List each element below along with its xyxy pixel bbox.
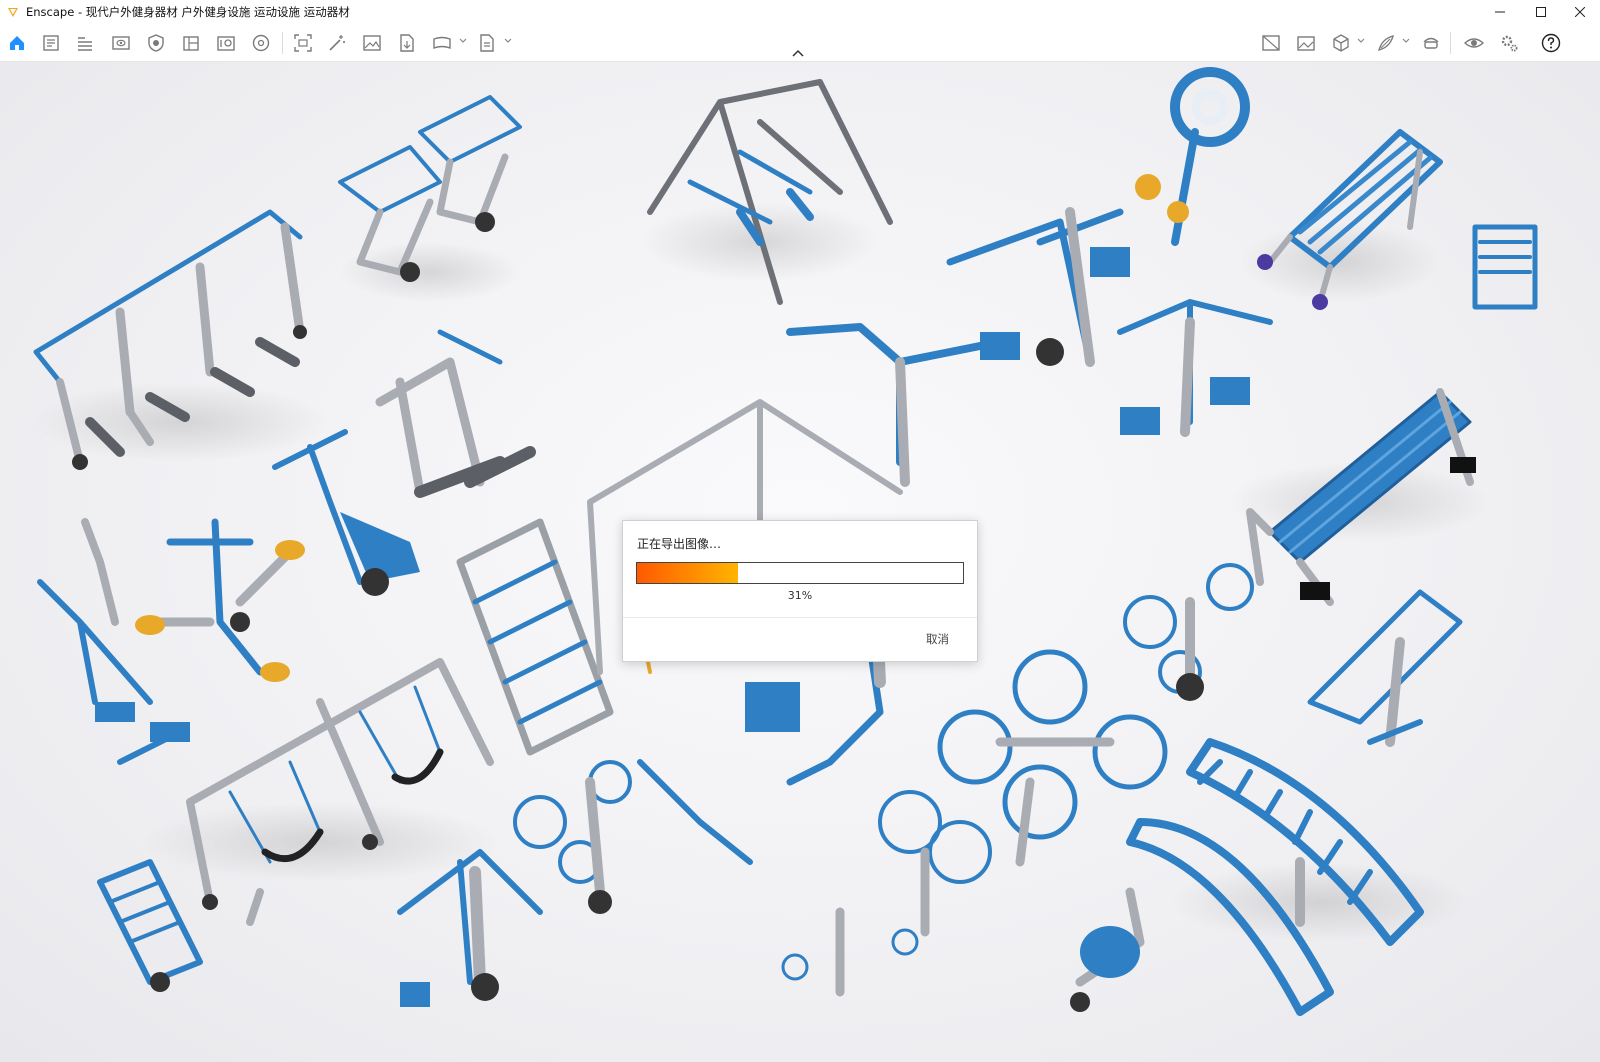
orbit-button[interactable] xyxy=(250,32,272,54)
views-icon xyxy=(112,36,130,50)
back-stretch-ladder-equipment xyxy=(97,859,203,992)
help-icon xyxy=(1541,33,1561,53)
site-context-icon xyxy=(1333,34,1349,52)
chevron-down-icon xyxy=(1402,38,1410,43)
close-icon xyxy=(1575,7,1585,17)
rowing-seat-equipment xyxy=(272,429,420,596)
compare-button[interactable] xyxy=(1260,32,1282,54)
leg-press-equipment xyxy=(1070,887,1145,1012)
bim-icon xyxy=(78,37,92,51)
export-progress-dialog: 正在导出图像… 31% 取消 xyxy=(622,520,978,662)
wheel-stand-equipment xyxy=(513,759,753,914)
material-editor-icon xyxy=(183,36,199,51)
chevron-down-icon xyxy=(459,38,467,43)
tricycle-wheel-equipment xyxy=(781,790,992,997)
screenshot-button[interactable] xyxy=(361,32,383,54)
export-dropdown-caret[interactable] xyxy=(504,36,512,46)
render-viewport[interactable]: 正在导出图像… 31% 取消 xyxy=(0,62,1600,1062)
chevron-down-icon xyxy=(504,38,512,43)
sketch-mode-button[interactable] xyxy=(1375,32,1397,54)
home-button[interactable] xyxy=(6,32,28,54)
export-dropdown-button[interactable] xyxy=(476,32,498,54)
window-title: Enscape - 现代户外健身器材 户外健身设施 运动设施 运动器材 xyxy=(26,5,350,19)
export-dropdown-icon xyxy=(480,34,494,52)
project-notes-icon xyxy=(43,35,59,51)
progress-bar xyxy=(636,562,964,584)
batch-render-button[interactable] xyxy=(292,32,314,54)
close-button[interactable] xyxy=(1560,0,1600,24)
bike-wheel-equipment xyxy=(1123,563,1254,701)
minimize-icon xyxy=(1495,11,1505,13)
maximize-button[interactable] xyxy=(1521,0,1561,24)
chest-press-equipment xyxy=(397,849,543,1007)
visual-settings-button[interactable] xyxy=(145,32,167,54)
eye-icon xyxy=(1464,38,1484,48)
cancel-button[interactable]: 取消 xyxy=(926,631,949,647)
minimize-button[interactable] xyxy=(1480,0,1520,24)
asset-library-icon xyxy=(217,36,235,51)
gallery-icon xyxy=(1297,36,1315,51)
magic-button[interactable] xyxy=(326,32,348,54)
collapse-toolbar-icon[interactable] xyxy=(791,49,805,59)
panorama-dropdown[interactable] xyxy=(459,36,467,46)
toolbar-separator xyxy=(1450,32,1451,54)
elliptical-trainer-equipment xyxy=(37,518,190,765)
dialog-divider xyxy=(623,617,977,618)
settings-button[interactable] xyxy=(1498,32,1520,54)
site-context-dropdown[interactable] xyxy=(1357,36,1365,46)
batch-render-icon xyxy=(294,34,312,52)
panorama-icon xyxy=(433,36,451,50)
enscape-logo-icon xyxy=(8,8,18,17)
visual-settings-icon xyxy=(148,34,164,52)
cross-trainer-equipment xyxy=(375,329,536,498)
ladder-equipment xyxy=(456,518,614,756)
maximize-icon xyxy=(1536,7,1546,17)
material-editor-button[interactable] xyxy=(180,32,202,54)
export-button[interactable] xyxy=(396,32,418,54)
sketch-mode-dropdown[interactable] xyxy=(1402,36,1410,46)
bim-button[interactable] xyxy=(74,32,96,54)
eye-button[interactable] xyxy=(1463,32,1485,54)
help-button[interactable] xyxy=(1540,32,1562,54)
home-icon xyxy=(10,36,24,50)
chevron-down-icon xyxy=(1357,38,1365,43)
progress-percent: 31% xyxy=(787,589,813,602)
vr-icon xyxy=(1423,37,1439,49)
project-notes-button[interactable] xyxy=(40,32,62,54)
views-button[interactable] xyxy=(110,32,132,54)
panorama-button[interactable] xyxy=(431,32,453,54)
hand-wheel-equipment xyxy=(937,649,1168,867)
screenshot-icon xyxy=(363,35,381,51)
swing-set-equipment xyxy=(186,658,494,926)
gallery-button[interactable] xyxy=(1295,32,1317,54)
title-bar: Enscape - 现代户外健身器材 户外健身设施 运动设施 运动器材 xyxy=(0,0,1600,24)
magic-icon xyxy=(329,35,345,51)
settings-icon xyxy=(1501,35,1518,52)
toolbar-separator xyxy=(282,32,283,54)
tai-chi-wheel-equipment xyxy=(1135,67,1250,246)
export-icon xyxy=(400,34,414,52)
orbit-icon xyxy=(252,34,270,52)
asset-library-button[interactable] xyxy=(215,32,237,54)
waist-twist-equipment xyxy=(1307,589,1463,747)
sketch-mode-icon xyxy=(1378,35,1394,51)
vr-button[interactable] xyxy=(1420,32,1442,54)
site-context-button[interactable] xyxy=(1330,32,1352,54)
arm-stretch-equipment xyxy=(786,299,1273,487)
compare-icon xyxy=(1262,35,1280,51)
dialog-title: 正在导出图像… xyxy=(637,537,722,551)
progress-fill xyxy=(637,563,739,583)
twist-seat-equipment xyxy=(135,518,305,682)
